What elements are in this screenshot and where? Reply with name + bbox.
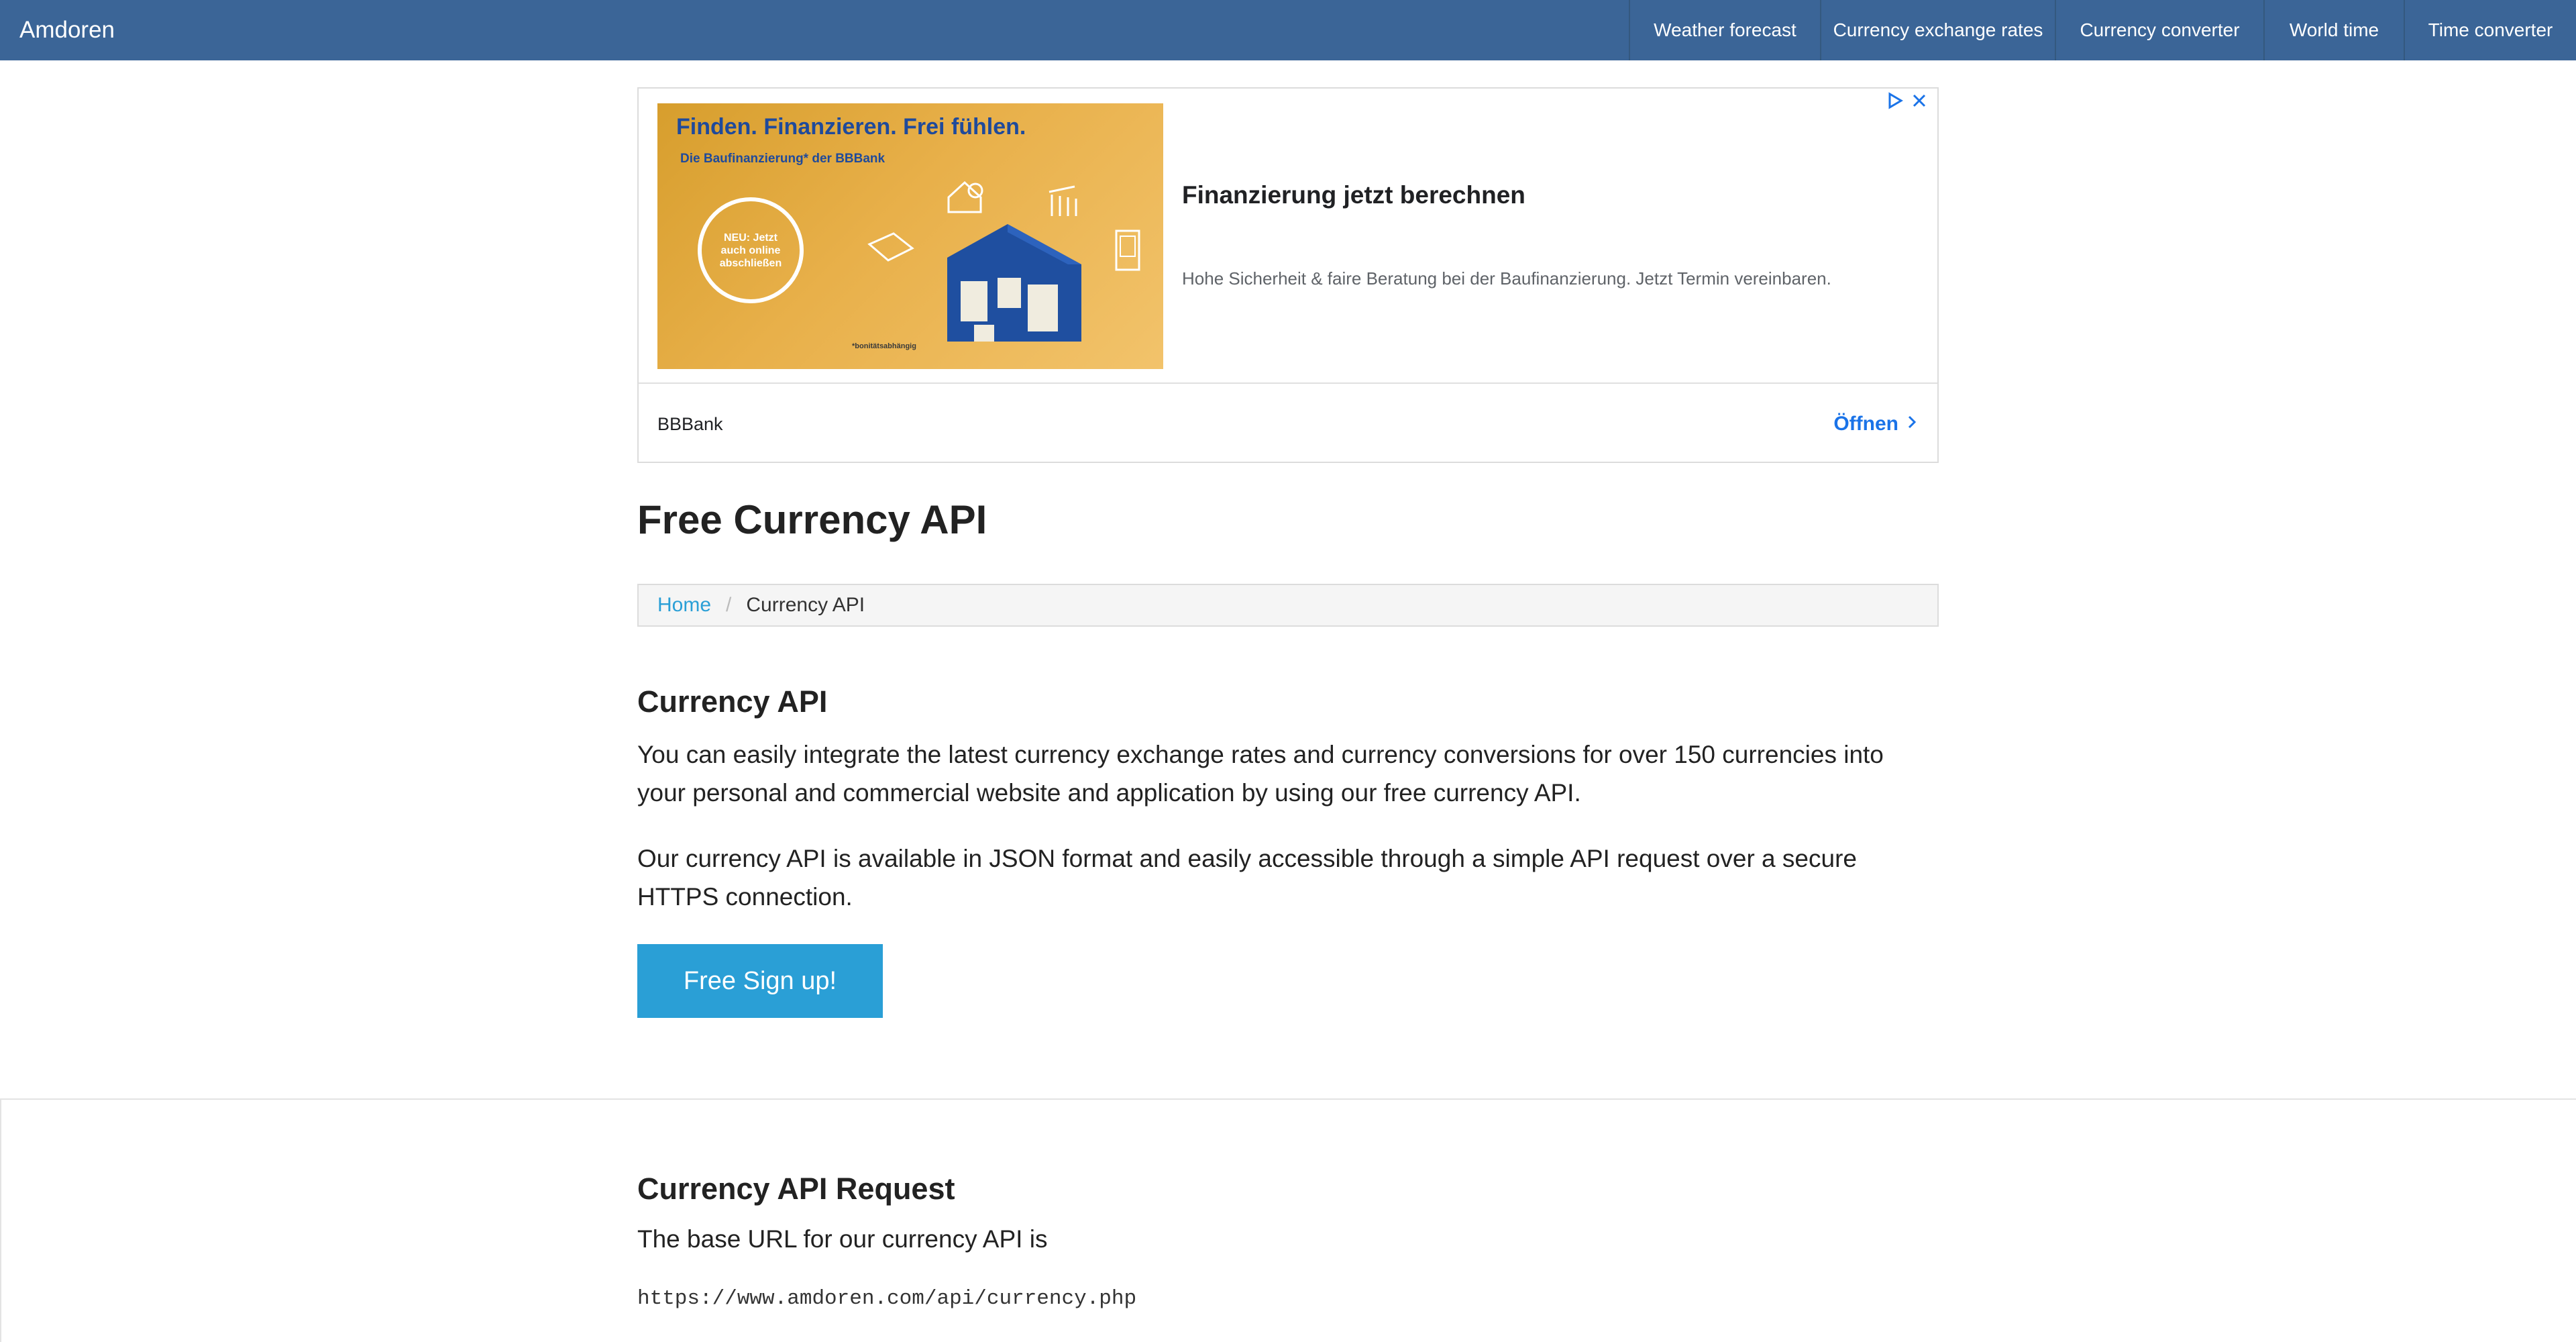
blueprint-icon — [867, 232, 914, 262]
document-icon — [1115, 229, 1140, 271]
ad-image-badge: NEU: Jetzt auch online abschließen — [698, 197, 804, 303]
breadcrumb-current: Currency API — [746, 594, 865, 616]
ad-open-label: Öffnen — [1833, 413, 1898, 435]
ad-description[interactable]: Hohe Sicherheit & faire Beratung bei der… — [1182, 268, 1831, 289]
page-title: Free Currency API — [637, 497, 987, 542]
breadcrumb: Home / Currency API — [637, 584, 1939, 627]
adchoices-icon[interactable] — [1886, 91, 1904, 115]
nav-item-currency-converter[interactable]: Currency converter — [2055, 0, 2263, 60]
intro-paragraph: You can easily integrate the latest curr… — [637, 741, 1884, 807]
close-icon[interactable] — [1911, 91, 1928, 115]
top-navbar: Amdoren Weather forecast Currency exchan… — [0, 0, 2576, 60]
base-url-paragraph: The base URL for our currency API is — [637, 1225, 1048, 1253]
advertisement-banner[interactable]: Finden. Finanzieren. Frei fühlen. Die Ba… — [637, 87, 1939, 463]
ad-advertiser-name[interactable]: BBBank — [657, 384, 723, 464]
ad-image-headline: Finden. Finanzieren. Frei fühlen. — [676, 114, 1026, 140]
house-outline-icon — [947, 180, 983, 213]
ad-image-footnote: *bonitätsabhängig — [852, 342, 916, 350]
breadcrumb-home-link[interactable]: Home — [657, 594, 711, 617]
free-signup-button[interactable]: Free Sign up! — [637, 944, 883, 1018]
section-title-currency-api: Currency API — [637, 684, 828, 719]
ad-controls — [1886, 91, 1928, 115]
format-paragraph: Our currency API is available in JSON fo… — [637, 845, 1857, 911]
ad-image-subline: Die Baufinanzierung* der BBBank — [680, 152, 885, 166]
breadcrumb-separator: / — [726, 594, 732, 616]
ad-footer: BBBank Öffnen — [639, 382, 1937, 463]
brand-logo-link[interactable]: Amdoren — [19, 0, 115, 60]
chevron-right-icon — [1907, 384, 1917, 464]
nav-menu: Weather forecast Currency exchange rates… — [1629, 0, 2576, 60]
house-illustration — [947, 224, 1081, 342]
ad-image[interactable]: Finden. Finanzieren. Frei fühlen. Die Ba… — [657, 103, 1163, 369]
api-base-url[interactable]: https://www.amdoren.com/api/currency.php — [637, 1287, 1136, 1310]
nav-item-world-time[interactable]: World time — [2263, 0, 2404, 60]
section-title-api-request: Currency API Request — [637, 1172, 955, 1206]
nav-item-currency-exchange-rates[interactable]: Currency exchange rates — [1820, 0, 2055, 60]
nav-item-time-converter[interactable]: Time converter — [2404, 0, 2576, 60]
nav-item-weather-forecast[interactable]: Weather forecast — [1629, 0, 1820, 60]
ad-open-button[interactable]: Öffnen — [1833, 384, 1917, 464]
ad-title[interactable]: Finanzierung jetzt berechnen — [1182, 181, 1525, 209]
chart-icon — [1049, 185, 1077, 216]
